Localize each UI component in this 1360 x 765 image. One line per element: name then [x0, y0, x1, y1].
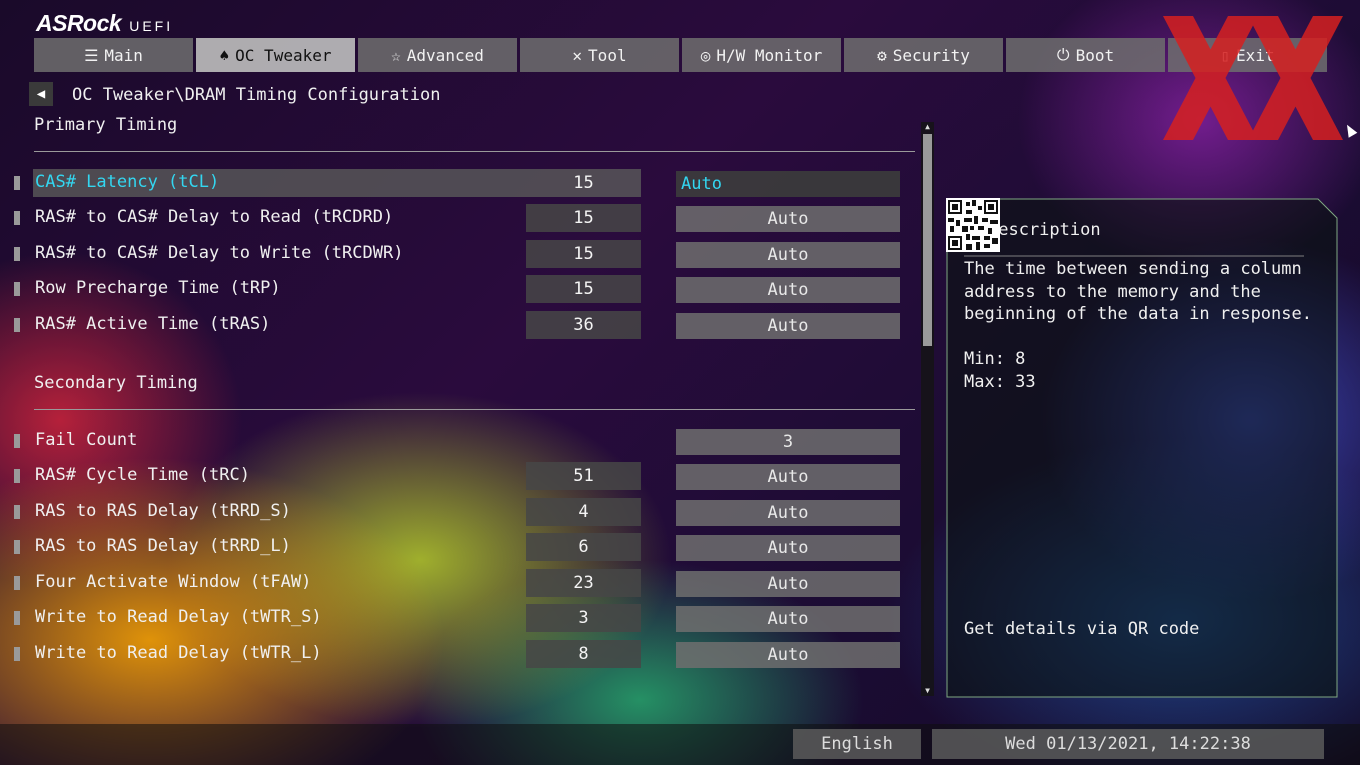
tab-boot[interactable]: ⏻ Boot	[1006, 38, 1165, 72]
row-marker	[14, 505, 20, 519]
setting-label: RAS# Active Time (tRAS)	[35, 314, 271, 334]
setting-row-twtr-s[interactable]: Write to Read Delay (tWTR_S) 3 Auto	[14, 604, 914, 632]
row-marker	[14, 540, 20, 554]
tools-icon: ✕	[572, 45, 583, 65]
row-marker	[14, 469, 20, 483]
language-button[interactable]: English	[793, 729, 921, 759]
power-icon: ⏻	[1056, 45, 1070, 64]
row-marker	[14, 611, 20, 625]
tab-main[interactable]: ☰ Main	[34, 38, 193, 72]
setting-label: RAS# Cycle Time (tRC)	[35, 465, 250, 485]
watermark-logo	[1163, 16, 1343, 140]
scroll-up-icon[interactable]: ▲	[921, 122, 934, 132]
setting-row-trp[interactable]: Row Precharge Time (tRP) 15 Auto	[14, 275, 914, 303]
setting-label: Row Precharge Time (tRP)	[35, 278, 281, 298]
star-icon: ☆	[391, 45, 401, 65]
shield-icon: ⚙	[877, 45, 887, 65]
min-value: Min: 8	[964, 349, 1026, 369]
row-marker	[14, 576, 20, 590]
scrollbar-thumb[interactable]	[923, 134, 932, 346]
tab-advanced[interactable]: ☆ Advanced	[358, 38, 517, 72]
row-marker	[14, 434, 20, 448]
current-value: 15	[526, 204, 641, 232]
setting-row-trrd-s[interactable]: RAS to RAS Delay (tRRD_S) 4 Auto	[14, 498, 914, 526]
monitor-icon: ◎	[700, 45, 711, 65]
setting-label: Write to Read Delay (tWTR_S)	[35, 607, 322, 627]
row-marker	[14, 247, 20, 261]
tab-tool[interactable]: ✕ Tool	[520, 38, 679, 72]
current-value: 15	[526, 275, 641, 303]
divider	[34, 151, 915, 152]
row-marker	[14, 211, 20, 225]
date-time: Wed 01/13/2021, 14:22:38	[932, 729, 1324, 759]
setting-input[interactable]: Auto	[676, 171, 900, 197]
setting-row-twtr-l[interactable]: Write to Read Delay (tWTR_L) 8 Auto	[14, 640, 914, 668]
setting-label: RAS# to CAS# Delay to Write (tRCDWR)	[35, 243, 404, 263]
max-value: Max: 33	[964, 371, 1036, 392]
scrollbar[interactable]: ▲ ▼	[921, 122, 934, 696]
rocket-icon: ♠	[219, 45, 230, 65]
list-icon: ☰	[84, 45, 99, 65]
setting-row-fail-count[interactable]: Fail Count 3	[14, 427, 914, 455]
tab-hw-monitor[interactable]: ◎ H/W Monitor	[682, 38, 841, 72]
section-title-primary: Primary Timing	[34, 115, 178, 135]
setting-row-trc[interactable]: RAS# Cycle Time (tRC) 51 Auto	[14, 462, 914, 490]
current-value: 23	[526, 569, 641, 597]
setting-label: RAS to RAS Delay (tRRD_L)	[35, 536, 291, 556]
setting-label: Write to Read Delay (tWTR_L)	[35, 643, 322, 663]
range-info: Min: 8 Max: 33	[964, 348, 1036, 393]
setting-label: Four Activate Window (tFAW)	[35, 572, 312, 592]
current-value: 15	[526, 240, 641, 268]
setting-label: Fail Count	[35, 430, 138, 450]
description-text: The time between sending a column addres…	[964, 259, 1312, 324]
current-value: 36	[526, 311, 641, 339]
section-title-secondary: Secondary Timing	[34, 373, 198, 393]
setting-input[interactable]: Auto	[676, 206, 900, 232]
scroll-down-icon[interactable]: ▼	[921, 686, 934, 696]
asrock-logo: ASRock UEFI	[36, 10, 174, 36]
setting-row-tcl[interactable]: CAS# Latency (tCL) 15 Auto	[14, 169, 914, 197]
row-marker	[14, 647, 20, 661]
mouse-cursor-icon	[1342, 122, 1358, 138]
setting-input[interactable]: Auto	[676, 535, 900, 561]
setting-input[interactable]: Auto	[676, 464, 900, 490]
setting-input[interactable]: 3	[676, 429, 900, 455]
current-value: 8	[526, 640, 641, 668]
setting-label: RAS to RAS Delay (tRRD_S)	[35, 501, 291, 521]
setting-row-tras[interactable]: RAS# Active Time (tRAS) 36 Auto	[14, 311, 914, 339]
qr-caption: Get details via QR code	[964, 619, 1200, 639]
setting-label: CAS# Latency (tCL)	[35, 172, 220, 192]
setting-row-trcdwr[interactable]: RAS# to CAS# Delay to Write (tRCDWR) 15 …	[14, 240, 914, 268]
setting-input[interactable]: Auto	[676, 277, 900, 303]
setting-input[interactable]: Auto	[676, 571, 900, 597]
setting-input[interactable]: Auto	[676, 642, 900, 668]
current-value: 51	[526, 462, 641, 490]
current-value: 3	[526, 604, 641, 632]
main-tab-bar: ☰ Main ♠ OC Tweaker ☆ Advanced ✕ Tool ◎ H/W M…	[34, 38, 1327, 72]
row-marker	[14, 318, 20, 332]
back-button[interactable]: ◀	[29, 82, 53, 106]
setting-row-trcdrd[interactable]: RAS# to CAS# Delay to Read (tRCDRD) 15 A…	[14, 204, 914, 232]
setting-input[interactable]: Auto	[676, 313, 900, 339]
current-value: 15	[573, 173, 594, 193]
setting-label: RAS# to CAS# Delay to Read (tRCDRD)	[35, 207, 394, 227]
row-marker	[14, 176, 20, 190]
tab-security[interactable]: ⚙ Security	[844, 38, 1003, 72]
qr-code-icon[interactable]	[946, 198, 1000, 252]
row-marker	[14, 282, 20, 296]
divider	[34, 409, 915, 410]
arrow-left-icon: ◀	[36, 86, 46, 102]
current-value: 6	[526, 533, 641, 561]
setting-input[interactable]: Auto	[676, 606, 900, 632]
breadcrumb: OC Tweaker\DRAM Timing Configuration	[72, 85, 441, 105]
description-panel: Description The time between sending a c…	[946, 198, 1338, 698]
tab-oc-tweaker[interactable]: ♠ OC Tweaker	[196, 38, 355, 72]
current-value: 4	[526, 498, 641, 526]
description-title: Description	[988, 220, 1101, 240]
setting-input[interactable]: Auto	[676, 242, 900, 268]
setting-row-trrd-l[interactable]: RAS to RAS Delay (tRRD_L) 6 Auto	[14, 533, 914, 561]
setting-row-tfaw[interactable]: Four Activate Window (tFAW) 23 Auto	[14, 569, 914, 597]
setting-input[interactable]: Auto	[676, 500, 900, 526]
